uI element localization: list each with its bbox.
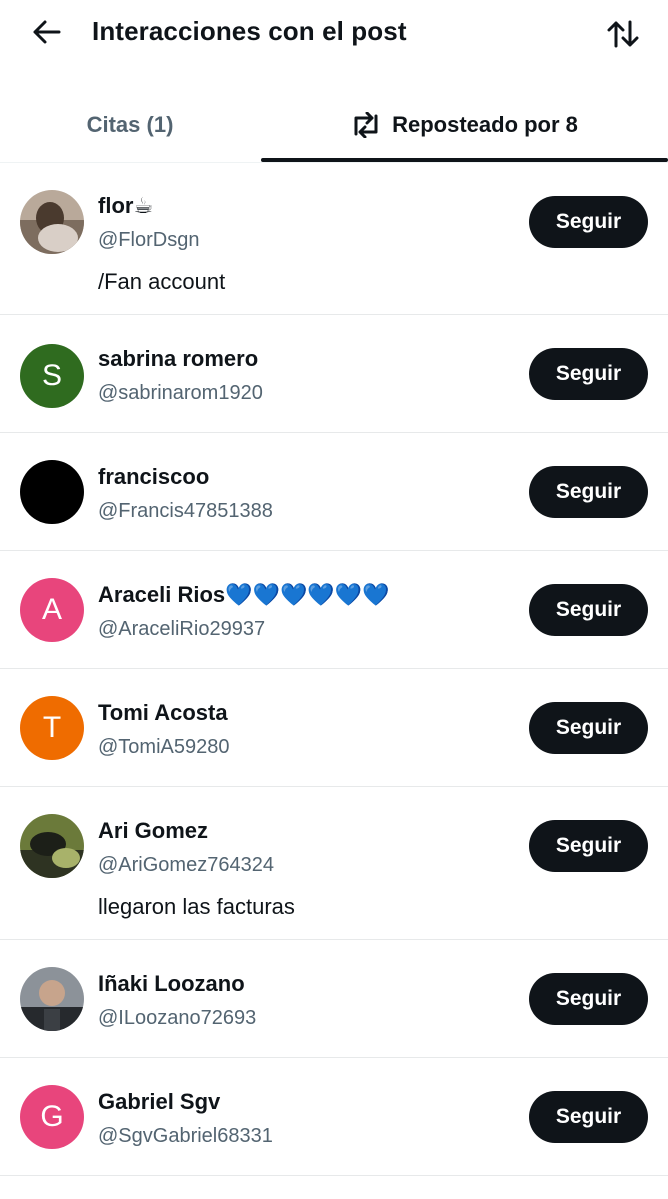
avatar[interactable]: A	[20, 578, 84, 642]
user-handle[interactable]: @sabrinarom1920	[98, 382, 263, 405]
user-handle[interactable]: @ILoozano72693	[98, 1007, 256, 1030]
avatar-letter: T	[42, 711, 62, 744]
sort-arrows-icon	[607, 20, 639, 48]
user-handle[interactable]: @AraceliRio29937	[98, 618, 265, 641]
user-handle[interactable]: @AriGomez764324	[98, 854, 274, 877]
user-handle[interactable]: @FlorDsgn	[98, 229, 199, 252]
avatar-letter: G	[40, 1100, 64, 1133]
tab-citas[interactable]: Citas (1)	[0, 88, 260, 162]
arrow-left-icon	[33, 20, 61, 44]
tab-bar: Citas (1) Reposteado por 8	[0, 88, 668, 163]
user-bio: llegaron las facturas	[98, 894, 295, 919]
avatar[interactable]	[20, 814, 84, 878]
user-name[interactable]: Araceli Rios💙💙💙💙💙💙	[98, 582, 390, 608]
avatar[interactable]	[20, 967, 84, 1031]
user-row[interactable]: franciscoo @Francis47851388 Seguir	[0, 433, 668, 551]
sort-button[interactable]	[600, 12, 646, 56]
user-name[interactable]: franciscoo	[98, 464, 209, 490]
back-button[interactable]	[26, 12, 66, 52]
user-row[interactable]: Iñaki Loozano @ILoozano72693 Seguir	[0, 940, 668, 1058]
user-row[interactable]: T Tomi Acosta @TomiA59280 Seguir	[0, 669, 668, 787]
follow-button[interactable]: Seguir	[529, 973, 648, 1025]
user-handle[interactable]: @SgvGabriel68331	[98, 1125, 273, 1148]
top-bar: Interacciones con el post	[0, 0, 668, 66]
avatar-letter: A	[41, 593, 62, 626]
user-row[interactable]: flor☕ @FlorDsgn /Fan account Seguir	[0, 163, 668, 315]
follow-button[interactable]: Seguir	[529, 702, 648, 754]
user-row[interactable]: A Araceli Rios💙💙💙💙💙💙 @AraceliRio29937 Se…	[0, 551, 668, 669]
follow-button[interactable]: Seguir	[529, 584, 648, 636]
avatar-letter: S	[41, 359, 62, 392]
tab-citas-label: Citas (1)	[86, 112, 174, 137]
page-title: Interacciones con el post	[92, 16, 407, 46]
follow-button[interactable]: Seguir	[529, 348, 648, 400]
avatar[interactable]	[20, 190, 84, 254]
user-row[interactable]: S sabrina romero @sabrinarom1920 Seguir	[0, 315, 668, 433]
avatar[interactable]: G	[20, 1085, 84, 1149]
follow-button[interactable]: Seguir	[529, 196, 648, 248]
user-name[interactable]: Iñaki Loozano	[98, 971, 245, 997]
user-name[interactable]: sabrina romero	[98, 346, 258, 372]
avatar[interactable]	[20, 460, 84, 524]
user-row[interactable]: G Gabriel Sgv @SgvGabriel68331 Seguir	[0, 1058, 668, 1176]
tab-reposteado-label: Reposteado por 8	[392, 112, 578, 137]
user-bio: /Fan account	[98, 269, 226, 294]
user-name[interactable]: flor☕	[98, 193, 153, 219]
avatar[interactable]: S	[20, 344, 84, 408]
follow-button[interactable]: Seguir	[529, 820, 648, 872]
tab-reposteado[interactable]: Reposteado por 8	[260, 88, 668, 162]
repost-icon	[350, 112, 382, 138]
active-tab-indicator	[261, 158, 668, 162]
user-list: flor☕ @FlorDsgn /Fan account Seguir S sa…	[0, 163, 668, 1176]
follow-button[interactable]: Seguir	[529, 1091, 648, 1143]
user-name[interactable]: Ari Gomez	[98, 818, 208, 844]
user-name[interactable]: Tomi Acosta	[98, 700, 228, 726]
user-handle[interactable]: @Francis47851388	[98, 500, 273, 523]
user-name[interactable]: Gabriel Sgv	[98, 1089, 220, 1115]
user-handle[interactable]: @TomiA59280	[98, 736, 229, 759]
avatar[interactable]: T	[20, 696, 84, 760]
user-row[interactable]: Ari Gomez @AriGomez764324 llegaron las f…	[0, 787, 668, 940]
follow-button[interactable]: Seguir	[529, 466, 648, 518]
